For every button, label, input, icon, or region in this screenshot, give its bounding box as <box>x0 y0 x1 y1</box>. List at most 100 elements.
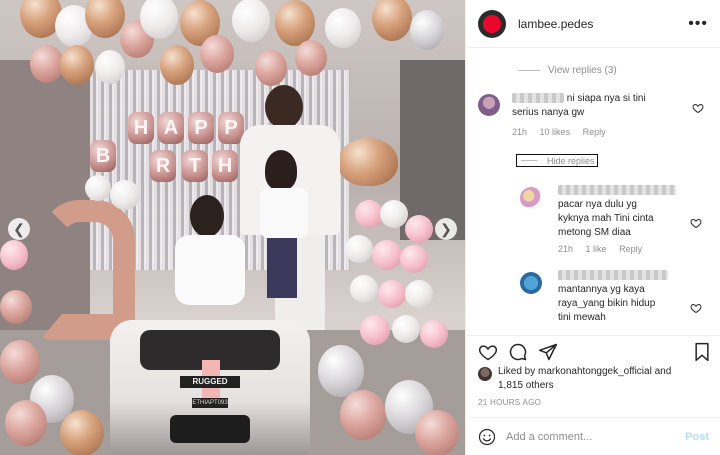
comment-text-line: kyknya mah Tini cinta <box>558 213 654 224</box>
balloon <box>345 235 373 263</box>
likes-others[interactable]: 1,815 others <box>498 380 554 391</box>
avatar[interactable] <box>478 9 506 38</box>
balloon <box>378 280 406 308</box>
balloon <box>318 345 364 397</box>
comment-text-line: tini mewah <box>558 312 606 323</box>
username-link[interactable]: lambee.pedes <box>518 17 688 31</box>
heart-icon[interactable] <box>690 302 702 314</box>
blurred-username[interactable] <box>512 93 564 104</box>
comment-meta: 21h 1 like Reply <box>558 244 680 254</box>
balloon <box>30 45 64 83</box>
blurred-username[interactable] <box>558 270 668 280</box>
hide-replies-label: Hide replies <box>547 155 595 166</box>
hide-replies-button[interactable]: Hide replies <box>516 154 598 167</box>
comment-meta: 21h 10 likes Reply <box>512 127 682 137</box>
post-timestamp[interactable]: 21 HOURS AGO <box>478 398 541 407</box>
balloon <box>110 180 140 210</box>
window <box>400 60 465 240</box>
balloon <box>0 290 32 324</box>
view-replies-label: View replies (3) <box>548 65 617 76</box>
share-icon[interactable] <box>538 342 558 362</box>
balloon <box>372 240 402 270</box>
balloon <box>360 315 390 345</box>
prev-photo-button[interactable]: ❮ <box>8 218 30 240</box>
heart-icon[interactable] <box>692 102 704 114</box>
balloon <box>0 340 40 384</box>
reply-button[interactable]: Reply <box>583 127 606 137</box>
comment-text-line: pacar nya dulu yg <box>558 199 637 210</box>
likes-prefix: Liked by <box>498 366 539 377</box>
balloon <box>372 0 412 41</box>
more-icon[interactable]: ••• <box>688 15 708 33</box>
balloon <box>200 35 234 73</box>
avatar[interactable] <box>478 367 492 381</box>
avatar[interactable] <box>478 94 500 116</box>
balloon <box>350 275 378 303</box>
heart-icon[interactable] <box>478 342 498 362</box>
letter-balloon: A <box>158 112 184 144</box>
girl-figure <box>255 150 310 300</box>
post-photo[interactable]: H A P P B R T H RUGGED ETHIAPT093 ❮ ❯ <box>0 0 465 455</box>
balloon <box>325 8 361 48</box>
chevron-right-icon: ❯ <box>440 221 452 237</box>
balloon <box>340 390 386 440</box>
view-replies-button[interactable]: View replies (3) <box>518 65 617 76</box>
post-header: lambee.pedes ••• <box>466 0 720 48</box>
balloon <box>232 0 270 42</box>
comment-icon[interactable] <box>508 342 528 362</box>
car-plate: ETHIAPT093 <box>192 398 228 408</box>
car-grille <box>170 415 250 443</box>
comment-text-line: raya_yang bikin hidup <box>558 298 656 309</box>
reply-button[interactable]: Reply <box>619 244 642 254</box>
balloon <box>380 200 408 228</box>
balloon <box>85 175 111 201</box>
comment-text-line: serius nanya gw <box>512 107 585 118</box>
letter-balloon: T <box>182 150 208 182</box>
avatar[interactable] <box>520 187 542 209</box>
balloon <box>160 45 194 85</box>
likes-summary: Liked by markonahtonggek_official and 1,… <box>478 365 713 393</box>
heart-icon[interactable] <box>690 217 702 229</box>
action-bar <box>466 335 720 365</box>
liker-username[interactable]: markonahtonggek_official <box>538 366 652 377</box>
balloon <box>95 50 125 84</box>
chevron-left-icon: ❮ <box>13 221 25 237</box>
comment-likes[interactable]: 10 likes <box>540 127 571 137</box>
balloon <box>355 200 383 228</box>
comment-body: pacar nya dulu yg kyknya mah Tini cinta … <box>558 185 680 254</box>
car-brand-label: RUGGED <box>180 376 240 388</box>
emoji-icon[interactable] <box>478 428 496 446</box>
balloon <box>5 400 47 446</box>
balloon <box>405 215 433 243</box>
comment-body: mantannya yg kaya raya_yang bikin hidup … <box>558 270 683 325</box>
balloon <box>60 45 94 85</box>
divider-line <box>521 160 537 161</box>
balloon <box>255 50 287 86</box>
number-two-balloon <box>40 200 135 340</box>
balloon <box>140 0 178 39</box>
balloon <box>60 410 104 455</box>
balloon <box>295 40 327 76</box>
letter-balloon: H <box>212 150 238 182</box>
next-photo-button[interactable]: ❯ <box>435 218 457 240</box>
comment-body: ni siapa nya si tini serius nanya gw 21h… <box>512 92 682 137</box>
likes-text: Liked by markonahtonggek_official and 1,… <box>498 365 713 393</box>
comment-time: 21h <box>512 127 528 137</box>
avatar[interactable] <box>520 272 542 294</box>
woman-figure <box>170 195 260 330</box>
bookmark-icon[interactable] <box>692 342 712 362</box>
comment-text-line: metong SM diaa <box>558 227 631 238</box>
balloon <box>85 0 125 38</box>
balloon <box>0 240 28 270</box>
letter-balloon: H <box>128 112 154 144</box>
comment-text: ni siapa nya si tini <box>512 92 682 106</box>
comment-input[interactable] <box>506 430 686 443</box>
letter-balloon: P <box>188 112 214 144</box>
post-button[interactable]: Post <box>685 431 709 443</box>
balloon <box>400 245 428 273</box>
comment-text-line: mantannya yg kaya <box>558 284 645 295</box>
comment-likes[interactable]: 1 like <box>586 244 607 254</box>
balloon <box>420 320 448 348</box>
balloon <box>415 410 459 455</box>
blurred-username[interactable] <box>558 185 676 195</box>
